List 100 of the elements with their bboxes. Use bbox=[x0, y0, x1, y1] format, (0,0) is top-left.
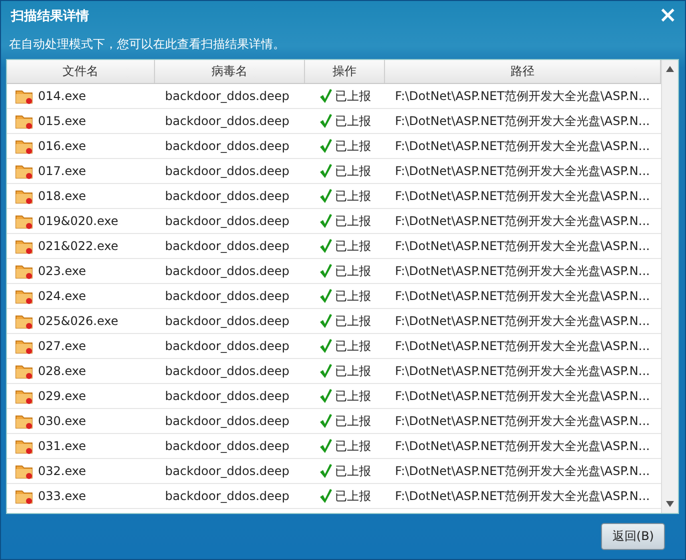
checkmark-icon bbox=[320, 114, 332, 128]
file-path: F:\DotNet\ASP.NET范例开发大全光盘\ASP.N... bbox=[394, 338, 651, 354]
virus-name: backdoor_ddos.deep bbox=[164, 464, 290, 478]
folder-warning-icon bbox=[15, 488, 33, 504]
virus-name: backdoor_ddos.deep bbox=[164, 439, 290, 453]
action-status: 已上报 bbox=[335, 338, 371, 354]
virus-name: backdoor_ddos.deep bbox=[164, 139, 290, 153]
file-path: F:\DotNet\ASP.NET范例开发大全光盘\ASP.N... bbox=[394, 188, 651, 204]
file-path: F:\DotNet\ASP.NET范例开发大全光盘\ASP.N... bbox=[394, 288, 651, 304]
folder-warning-icon bbox=[15, 238, 33, 254]
action-status: 已上报 bbox=[335, 462, 371, 480]
checkmark-icon bbox=[320, 289, 332, 303]
file-path: F:\DotNet\ASP.NET范例开发大全光盘\ASP.N... bbox=[394, 488, 651, 504]
folder-warning-icon bbox=[15, 338, 33, 354]
checkmark-icon bbox=[320, 364, 332, 378]
file-name: 027.exe bbox=[38, 339, 86, 353]
virus-name: backdoor_ddos.deep bbox=[164, 489, 290, 503]
action-status: 已上报 bbox=[335, 162, 371, 180]
file-path: F:\DotNet\ASP.NET范例开发大全光盘\ASP.N... bbox=[394, 162, 651, 180]
file-name: 024.exe bbox=[38, 289, 86, 303]
file-path: F:\DotNet\ASP.NET范例开发大全光盘\ASP.N... bbox=[394, 412, 651, 430]
checkmark-icon bbox=[320, 89, 332, 103]
action-status: 已上报 bbox=[335, 412, 371, 430]
folder-warning-icon bbox=[15, 388, 33, 404]
action-status: 已上报 bbox=[335, 112, 371, 130]
file-path: F:\DotNet\ASP.NET范例开发大全光盘\ASP.N... bbox=[394, 362, 651, 380]
checkmark-icon bbox=[320, 489, 332, 503]
folder-warning-icon bbox=[15, 113, 33, 129]
virus-name: backdoor_ddos.deep bbox=[164, 339, 290, 353]
close-button[interactable]: × bbox=[658, 5, 677, 27]
file-name: 014.exe bbox=[38, 89, 86, 103]
virus-name: backdoor_ddos.deep bbox=[164, 164, 290, 178]
window-title: 扫描结果详情 bbox=[11, 8, 90, 25]
action-status: 已上报 bbox=[335, 262, 371, 280]
file-path: F:\DotNet\ASP.NET范例开发大全光盘\ASP.N... bbox=[394, 438, 651, 454]
file-name: 025&026.exe bbox=[38, 314, 118, 328]
checkmark-icon bbox=[320, 239, 332, 253]
file-name: 015.exe bbox=[38, 114, 86, 128]
action-status: 已上报 bbox=[335, 238, 371, 254]
file-path: F:\DotNet\ASP.NET范例开发大全光盘\ASP.N... bbox=[394, 212, 651, 230]
file-name: 023.exe bbox=[38, 264, 86, 278]
file-path: F:\DotNet\ASP.NET范例开发大全光盘\ASP.N... bbox=[394, 462, 651, 480]
checkmark-icon bbox=[320, 464, 332, 478]
checkmark-icon bbox=[320, 139, 332, 153]
checkmark-icon bbox=[320, 264, 332, 278]
file-name: 032.exe bbox=[38, 464, 86, 478]
action-status: 已上报 bbox=[335, 212, 371, 230]
file-name: 016.exe bbox=[38, 139, 86, 153]
checkmark-icon bbox=[320, 439, 332, 453]
scrollbar[interactable] bbox=[661, 60, 678, 513]
folder-warning-icon bbox=[15, 413, 33, 429]
scroll-down-icon[interactable] bbox=[666, 501, 674, 507]
file-name: 021&022.exe bbox=[38, 239, 118, 253]
folder-warning-icon bbox=[15, 213, 33, 229]
checkmark-icon bbox=[320, 389, 332, 403]
folder-warning-icon bbox=[15, 313, 33, 329]
virus-name: backdoor_ddos.deep bbox=[164, 314, 290, 328]
action-status: 已上报 bbox=[335, 388, 371, 404]
file-name: 031.exe bbox=[38, 439, 86, 453]
file-name: 028.exe bbox=[38, 364, 86, 378]
checkmark-icon bbox=[320, 189, 332, 203]
folder-warning-icon bbox=[15, 288, 33, 304]
file-name: 019&020.exe bbox=[38, 214, 118, 228]
subtitle: 在自动处理模式下，您可以在此查看扫描结果详情。 bbox=[8, 36, 286, 53]
scroll-up-icon[interactable] bbox=[666, 66, 674, 72]
file-name: 030.exe bbox=[38, 414, 86, 428]
checkmark-icon bbox=[320, 414, 332, 428]
folder-warning-icon bbox=[15, 88, 33, 104]
column-header[interactable]: 病毒名 bbox=[155, 60, 305, 83]
action-status: 已上报 bbox=[335, 288, 371, 304]
virus-name: backdoor_ddos.deep bbox=[164, 239, 290, 253]
checkmark-icon bbox=[320, 314, 332, 328]
checkmark-icon bbox=[320, 164, 332, 178]
file-path: F:\DotNet\ASP.NET范例开发大全光盘\ASP.N... bbox=[394, 88, 651, 104]
virus-name: backdoor_ddos.deep bbox=[164, 389, 290, 403]
action-status: 已上报 bbox=[335, 88, 371, 104]
virus-name: backdoor_ddos.deep bbox=[164, 264, 290, 278]
virus-name: backdoor_ddos.deep bbox=[164, 364, 290, 378]
virus-name: backdoor_ddos.deep bbox=[164, 189, 290, 203]
file-path: F:\DotNet\ASP.NET范例开发大全光盘\ASP.N... bbox=[394, 238, 651, 254]
folder-warning-icon bbox=[15, 188, 33, 204]
file-name: 033.exe bbox=[38, 489, 86, 503]
back-button[interactable]: 返回(B) bbox=[601, 523, 665, 550]
action-status: 已上报 bbox=[335, 312, 371, 330]
file-name: 017.exe bbox=[38, 164, 86, 178]
file-path: F:\DotNet\ASP.NET范例开发大全光盘\ASP.N... bbox=[394, 138, 651, 154]
folder-warning-icon bbox=[15, 163, 33, 179]
column-header[interactable]: 文件名 bbox=[7, 60, 155, 83]
folder-warning-icon bbox=[15, 363, 33, 379]
file-path: F:\DotNet\ASP.NET范例开发大全光盘\ASP.N... bbox=[394, 112, 651, 130]
column-header[interactable]: 操作 bbox=[305, 60, 385, 83]
action-status: 已上报 bbox=[335, 438, 371, 454]
virus-name: backdoor_ddos.deep bbox=[164, 289, 290, 303]
file-path: F:\DotNet\ASP.NET范例开发大全光盘\ASP.N... bbox=[394, 388, 651, 404]
checkmark-icon bbox=[320, 214, 332, 228]
folder-warning-icon bbox=[15, 138, 33, 154]
action-status: 已上报 bbox=[335, 138, 371, 154]
virus-name: backdoor_ddos.deep bbox=[164, 89, 290, 103]
file-path: F:\DotNet\ASP.NET范例开发大全光盘\ASP.N... bbox=[394, 312, 651, 330]
file-name: 029.exe bbox=[38, 389, 86, 403]
